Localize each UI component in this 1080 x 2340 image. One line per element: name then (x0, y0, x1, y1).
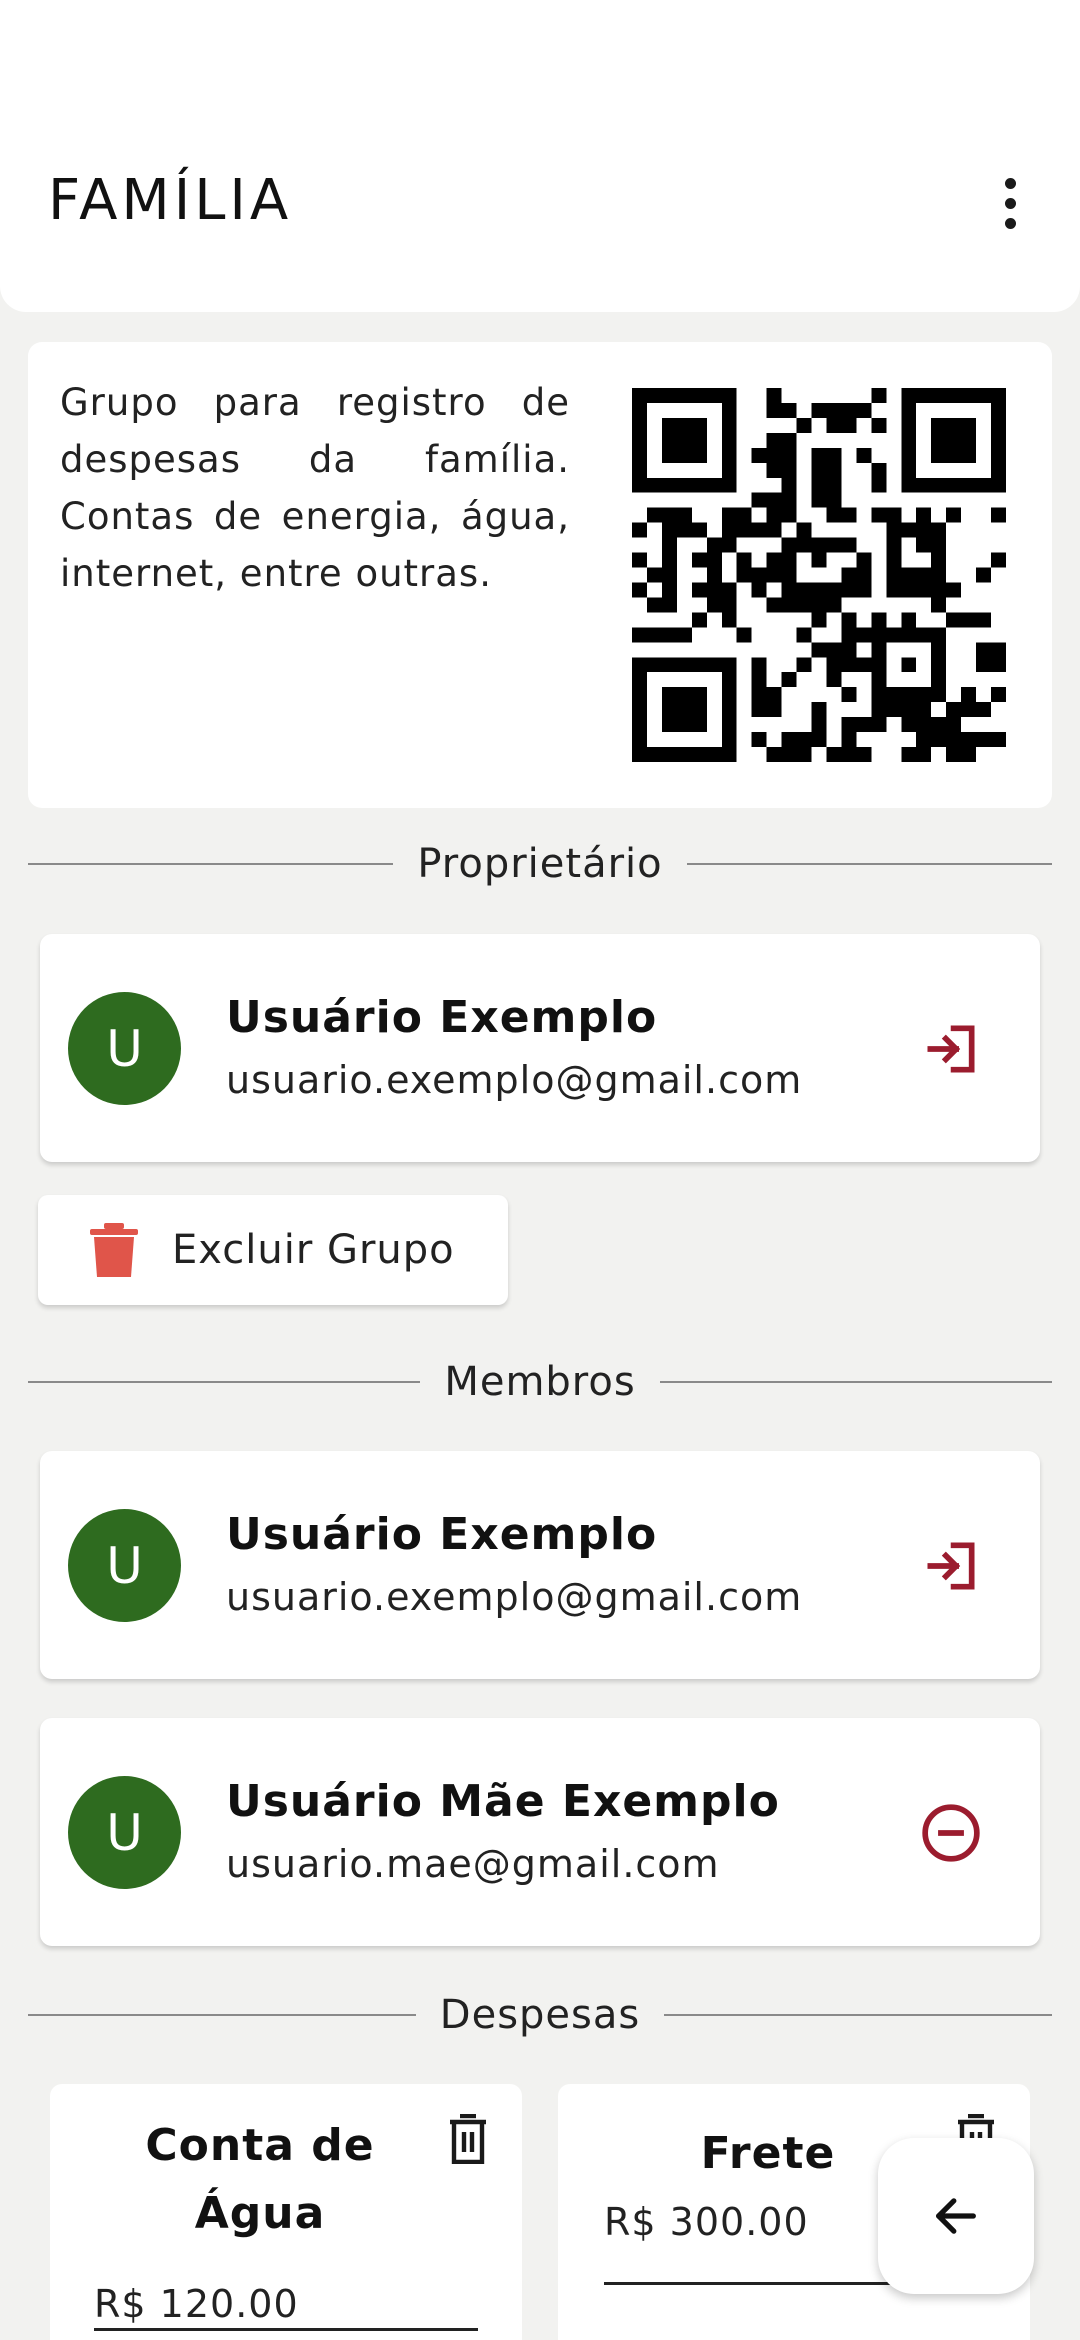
expense-card[interactable]: Conta de Água R$ 120.00 (50, 2084, 522, 2340)
owner-card: U Usuário Exemplo usuario.exemplo@gmail.… (40, 934, 1040, 1162)
owner-section-divider: Proprietário (28, 834, 1052, 894)
member-name: Usuário Mãe Exemplo (226, 1776, 780, 1827)
app-bar: FAMÍLIA (0, 0, 1080, 312)
more-vert-icon[interactable] (980, 168, 1040, 238)
expense-underline (604, 2282, 904, 2285)
expenses-section-divider: Despesas (28, 1985, 1053, 2045)
expense-title: Conta de Água (145, 2120, 375, 2239)
avatar: U (68, 1509, 181, 1622)
owner-section-label: Proprietário (417, 841, 663, 887)
delete-group-label: Excluir Grupo (172, 1227, 455, 1273)
group-info-card: Grupo para registro de despesas da famíl… (28, 342, 1052, 808)
trash-icon[interactable] (448, 2114, 488, 2164)
group-description: Grupo para registro de despesas da famíl… (60, 381, 570, 595)
expense-value: R$ 300.00 (604, 2200, 809, 2244)
back-button[interactable] (878, 2138, 1034, 2294)
expense-underline (94, 2328, 478, 2331)
delete-group-button[interactable]: Excluir Grupo (38, 1195, 508, 1305)
member-name: Usuário Exemplo (226, 1509, 658, 1560)
member-card: U Usuário Mãe Exemplo usuario.mae@gmail.… (40, 1718, 1040, 1946)
expense-value: R$ 120.00 (94, 2282, 299, 2326)
member-email: usuario.exemplo@gmail.com (226, 1575, 803, 1619)
exit-icon[interactable] (920, 1018, 982, 1080)
members-section-divider: Membros (28, 1352, 1053, 1412)
expenses-section-label: Despesas (439, 1992, 641, 2038)
owner-email: usuario.exemplo@gmail.com (226, 1058, 803, 1102)
arrow-back-icon (936, 2198, 976, 2234)
avatar: U (68, 992, 181, 1105)
page-title: FAMÍLIA (48, 168, 293, 233)
exit-icon[interactable] (920, 1535, 982, 1597)
member-email: usuario.mae@gmail.com (226, 1842, 720, 1886)
owner-name: Usuário Exemplo (226, 992, 658, 1043)
avatar: U (68, 1776, 181, 1889)
trash-icon (90, 1223, 138, 1277)
members-section-label: Membros (444, 1359, 636, 1405)
qr-code-icon (632, 388, 1006, 762)
member-card: U Usuário Exemplo usuario.exemplo@gmail.… (40, 1451, 1040, 1679)
remove-circle-icon[interactable] (920, 1802, 982, 1864)
expense-title: Frete (700, 2128, 836, 2179)
